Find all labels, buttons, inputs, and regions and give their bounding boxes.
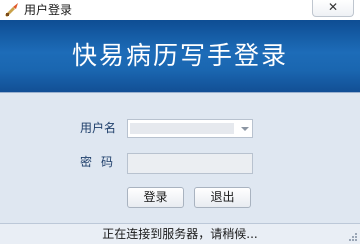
- banner-title: 快易病历写手登录: [71, 41, 288, 70]
- title-bar[interactable]: 用户登录 ✕: [0, 0, 360, 20]
- username-combobox[interactable]: [127, 119, 253, 138]
- header-banner: 快易病历写手登录: [0, 20, 360, 93]
- exit-button[interactable]: 退出: [194, 187, 251, 208]
- login-form: 用户名 密码 登录 退出: [0, 93, 360, 223]
- password-label: 密码: [80, 155, 123, 169]
- close-icon: ✕: [327, 0, 339, 14]
- login-window: 用户登录 ✕ 快易病历写手登录 用户名 密码 登录 退出 正在连接到服务器，请稍…: [0, 0, 360, 244]
- app-sword-icon: [5, 3, 18, 17]
- login-button[interactable]: 登录: [127, 187, 184, 208]
- username-value[interactable]: [130, 123, 234, 134]
- resize-grip-icon[interactable]: [348, 232, 358, 242]
- close-button[interactable]: ✕: [312, 0, 354, 17]
- username-label: 用户名: [80, 121, 117, 135]
- password-field[interactable]: [127, 153, 253, 174]
- chevron-down-icon[interactable]: [241, 127, 249, 131]
- status-bar: 正在连接到服务器，请稍候...: [0, 223, 360, 244]
- status-text: 正在连接到服务器，请稍候...: [102, 227, 258, 241]
- window-title: 用户登录: [24, 3, 73, 17]
